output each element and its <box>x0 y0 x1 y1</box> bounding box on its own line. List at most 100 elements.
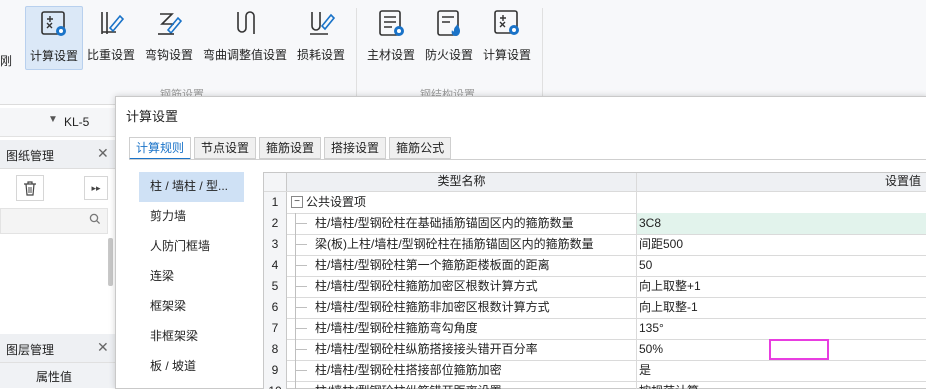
row-name: 梁(板)上柱/墙柱/型钢砼柱在插筋锚固区内的箍筋数量 <box>315 237 594 251</box>
steel-calc-settings-button[interactable]: 计算设置 <box>480 6 534 68</box>
table-row[interactable]: 9 柱/墙柱/型钢砼柱搭接部位箍筋加密 是 <box>264 360 926 382</box>
row-value-cell[interactable]: 50 <box>637 255 926 276</box>
tab-stirrup-settings[interactable]: 箍筋设置 <box>259 137 322 159</box>
main-material-button[interactable]: 主材设置 <box>364 6 418 68</box>
category-item-shear-wall[interactable]: 剪力墙 <box>139 202 244 232</box>
row-number: 7 <box>264 318 287 339</box>
bend-adjust-label: 弯曲调整值设置 <box>202 48 287 62</box>
row-name: 柱/墙柱/型钢砼柱搭接部位箍筋加密 <box>315 363 502 377</box>
row-value-cell[interactable]: 135° <box>637 318 926 339</box>
element-combo-value: KL-5 <box>64 115 90 129</box>
category-item-frame-beam[interactable]: 框架梁 <box>139 292 244 322</box>
table-row[interactable]: 6 柱/墙柱/型钢砼柱箍筋非加密区根数计算方式 向上取整-1 <box>264 297 926 319</box>
row-value-cell[interactable]: 间距500 <box>637 234 926 255</box>
close-icon[interactable]: ✕ <box>97 339 109 356</box>
tab-calc-rules[interactable]: 计算规则 <box>129 137 192 160</box>
table-row[interactable]: 10 柱/墙柱/型钢砼柱纵筋错开距离设置 按规范计算 <box>264 381 926 389</box>
calc-settings-icon <box>490 6 524 40</box>
calc-settings-button[interactable]: 计算设置 <box>25 6 83 70</box>
row-value-cell[interactable]: 向上取整+1 <box>637 276 926 297</box>
table-row[interactable]: 3 梁(板)上柱/墙柱/型钢砼柱在插筋锚固区内的箍筋数量 间距500 <box>264 234 926 256</box>
row-name-cell: 柱/墙柱/型钢砼柱在基础插筋锚固区内的箍筋数量 <box>287 213 637 234</box>
main-material-label: 主材设置 <box>366 48 415 62</box>
row-number: 9 <box>264 360 287 381</box>
calc-settings-dialog: 计算设置 计算规则 节点设置 箍筋设置 搭接设置 箍筋公式 柱 / 墙柱 / 型… <box>115 96 926 389</box>
row-number: 1 <box>264 192 287 213</box>
highlight-box <box>769 339 829 360</box>
row-value-cell[interactable]: 向上取整-1 <box>637 297 926 318</box>
density-settings-button[interactable]: 比重设置 <box>85 6 137 68</box>
fire-settings-label: 防火设置 <box>424 48 473 62</box>
category-item-column[interactable]: 柱 / 墙柱 / 型... <box>139 172 244 202</box>
tab-stirrup-formula[interactable]: 箍筋公式 <box>389 137 452 159</box>
row-name: 柱/墙柱/型钢砼柱纵筋错开距离设置 <box>315 381 502 389</box>
table-row[interactable]: 5 柱/墙柱/型钢砼柱箍筋加密区根数计算方式 向上取整+1 <box>264 276 926 298</box>
grid-header-num <box>264 173 287 191</box>
row-name-cell: 柱/墙柱/型钢砼柱搭接部位箍筋加密 <box>287 360 637 381</box>
fire-settings-button[interactable]: 防火设置 <box>422 6 476 68</box>
table-row[interactable]: 2 柱/墙柱/型钢砼柱在基础插筋锚固区内的箍筋数量 3C8 <box>264 213 926 235</box>
layer-panel-title: 图层管理 <box>6 343 55 357</box>
ribbon-separator <box>542 8 543 96</box>
steel-calc-settings-label: 计算设置 <box>482 48 531 62</box>
delete-button[interactable] <box>16 175 44 201</box>
row-name: 柱/墙柱/型钢砼柱在基础插筋锚固区内的箍筋数量 <box>315 216 574 230</box>
row-name-cell: 柱/墙柱/型钢砼柱箍筋弯勾角度 <box>287 318 637 339</box>
ribbon-separator <box>356 8 357 96</box>
pencil-grid-icon <box>94 6 128 40</box>
drawing-panel-header: 图纸管理 ✕ <box>0 140 115 169</box>
row-name: 柱/墙柱/型钢砼柱纵筋搭接接头错开百分率 <box>315 342 538 356</box>
tabs-divider <box>129 159 926 160</box>
row-number: 10 <box>264 381 287 389</box>
category-item-slab-ramp[interactable]: 板 / 坡道 <box>139 352 244 382</box>
loss-settings-button[interactable]: 损耗设置 <box>294 6 348 68</box>
attribute-value-label: 属性值 <box>36 370 73 384</box>
fast-forward-icon[interactable]: ▸▸ <box>84 176 108 200</box>
search-input[interactable] <box>0 208 108 234</box>
bend-icon <box>228 6 262 40</box>
hook-settings-button[interactable]: 弯钩设置 <box>142 6 196 68</box>
loss-icon <box>304 6 338 40</box>
hook-settings-label: 弯钩设置 <box>144 48 193 62</box>
grid-header-value: 设置值 <box>885 174 922 188</box>
close-icon[interactable]: ✕ <box>97 145 109 162</box>
vertical-scrollbar[interactable] <box>108 238 113 286</box>
dialog-title: 计算设置 <box>126 109 179 124</box>
density-settings-label: 比重设置 <box>86 48 135 62</box>
category-list: 柱 / 墙柱 / 型... 剪力墙 人防门框墙 连梁 框架梁 非框架梁 板 / … <box>139 172 244 388</box>
row-name: 柱/墙柱/型钢砼柱箍筋非加密区根数计算方式 <box>315 300 550 314</box>
category-item-coupling-beam[interactable]: 连梁 <box>139 262 244 292</box>
row-name-cell: 柱/墙柱/型钢砼柱箍筋非加密区根数计算方式 <box>287 297 637 318</box>
attribute-header: 属性值 <box>0 362 115 388</box>
row-number: 4 <box>264 255 287 276</box>
trash-icon <box>24 180 36 196</box>
row-value-cell[interactable]: 3C8 <box>637 213 926 234</box>
row-value-cell[interactable]: 是 <box>637 360 926 381</box>
group-label: 公共设置项 <box>306 195 367 209</box>
dialog-tabs: 计算规则 节点设置 箍筋设置 搭接设置 箍筋公式 <box>129 137 454 160</box>
tab-node-settings[interactable]: 节点设置 <box>194 137 257 159</box>
table-row[interactable]: 4 柱/墙柱/型钢砼柱第一个箍筋距楼板面的距离 50 <box>264 255 926 277</box>
element-combo-bar[interactable]: ▼ KL-5 <box>0 108 115 137</box>
row-name: 柱/墙柱/型钢砼柱第一个箍筋距楼板面的距离 <box>315 258 550 272</box>
table-row[interactable]: 7 柱/墙柱/型钢砼柱箍筋弯勾角度 135° <box>264 318 926 340</box>
row-name-cell: 柱/墙柱/型钢砼柱箍筋加密区根数计算方式 <box>287 276 637 297</box>
table-row[interactable]: 1 − 公共设置项 <box>264 192 926 214</box>
drawing-panel-title: 图纸管理 <box>6 149 55 163</box>
chevron-down-icon[interactable]: ▼ <box>48 114 58 125</box>
tab-lap-settings[interactable]: 搭接设置 <box>324 137 387 159</box>
row-value-cell[interactable]: 按规范计算 <box>637 381 926 389</box>
row-number: 2 <box>264 213 287 234</box>
collapse-icon[interactable]: − <box>291 196 303 208</box>
calc-settings-icon <box>37 7 71 41</box>
bend-adjust-button[interactable]: 弯曲调整值设置 <box>201 6 289 68</box>
main-material-icon <box>374 6 408 40</box>
calc-settings-label: 计算设置 <box>29 49 78 63</box>
row-name: 柱/墙柱/型钢砼柱箍筋弯勾角度 <box>315 321 478 335</box>
grid-header-name: 类型名称 <box>287 173 637 191</box>
category-item-non-frame-beam[interactable]: 非框架梁 <box>139 322 244 352</box>
row-name-cell: 梁(板)上柱/墙柱/型钢砼柱在插筋锚固区内的箍筋数量 <box>287 234 637 255</box>
row-number: 3 <box>264 234 287 255</box>
category-item-civil-defense-door[interactable]: 人防门框墙 <box>139 232 244 262</box>
layer-panel-header: 图层管理 ✕ <box>0 334 115 363</box>
